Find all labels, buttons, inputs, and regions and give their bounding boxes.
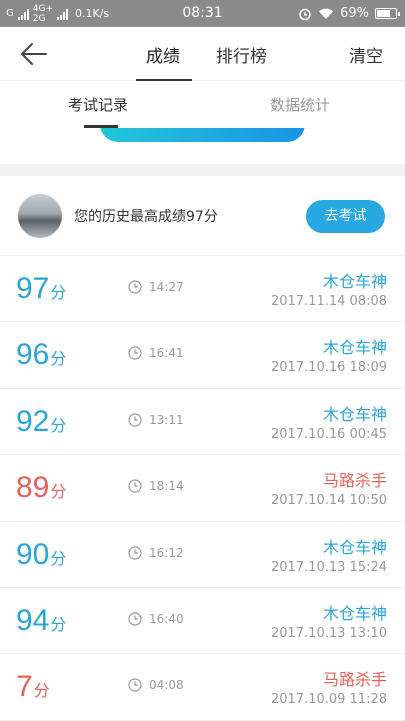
section-divider — [0, 164, 405, 176]
clock-icon — [128, 678, 142, 692]
alarm-icon — [299, 8, 311, 20]
status-bar: G 4G+ 2G 0.1K/s 08:31 69% — [0, 0, 405, 27]
banner-area — [0, 128, 405, 164]
score-value: 94分 — [16, 603, 67, 637]
exam-date: 2017.10.16 00:45 — [270, 426, 387, 442]
duration: 04:08 — [128, 678, 184, 692]
score-unit: 分 — [50, 616, 67, 634]
rank-title: 木仓车神 — [322, 603, 387, 623]
duration-text: 13:11 — [149, 412, 184, 427]
score-value: 7分 — [16, 670, 50, 704]
exam-date: 2017.10.13 13:10 — [270, 625, 387, 641]
battery-icon — [375, 8, 400, 19]
exam-date: 2017.10.16 18:09 — [270, 360, 387, 376]
duration: 18:14 — [128, 479, 184, 493]
clock-icon — [128, 280, 142, 294]
exam-date: 2017.10.09 11:28 — [270, 692, 387, 708]
exam-date: 2017.11.14 08:08 — [270, 294, 387, 309]
rank-title: 木仓车神 — [322, 404, 387, 424]
score-unit: 分 — [50, 285, 67, 302]
score-unit: 分 — [33, 683, 50, 701]
exam-record-list: 97分 14:27 木仓车神 2017.11.14 08:08 96分 16:41 木仓车神… — [0, 256, 405, 721]
avatar[interactable] — [18, 194, 62, 238]
rank-title: 木仓车神 — [322, 272, 387, 291]
wifi-icon — [319, 8, 334, 19]
duration-text: 04:08 — [149, 678, 184, 693]
back-arrow-icon[interactable] — [20, 41, 48, 67]
battery-percent: 69% — [340, 6, 369, 21]
tab-leaderboard[interactable]: 排行榜 — [216, 42, 267, 67]
top-nav: 成绩 排行榜 清空 — [0, 27, 405, 81]
exam-date: 2017.10.14 10:50 — [270, 493, 387, 509]
best-score-text: 您的历史最高成绩97分 — [74, 209, 218, 225]
rank-title: 木仓车神 — [322, 537, 387, 557]
tab-exam-records[interactable]: 考试记录 — [68, 94, 128, 115]
score-unit: 分 — [50, 351, 67, 369]
list-item[interactable]: 89分 18:14 马路杀手 2017.10.14 10:50 — [0, 455, 405, 522]
exam-date: 2017.10.13 15:24 — [270, 559, 387, 575]
clock-icon — [128, 413, 142, 427]
rank-title: 马路杀手 — [322, 471, 387, 491]
clock-icon — [128, 479, 142, 493]
go-exam-button[interactable]: 去考试 — [306, 200, 385, 233]
score-unit: 分 — [50, 484, 67, 502]
list-item[interactable]: 94分 16:40 木仓车神 2017.10.13 13:10 — [0, 587, 405, 655]
score-unit: 分 — [50, 417, 67, 435]
rank-title: 木仓车神 — [322, 338, 387, 358]
duration: 14:27 — [128, 280, 184, 294]
banner-button[interactable] — [100, 128, 305, 142]
active-tab-indicator — [136, 79, 192, 81]
duration-text: 18:14 — [149, 479, 184, 494]
best-score-card: 您的历史最高成绩97分 去考试 — [0, 176, 405, 256]
clock-icon — [128, 612, 142, 626]
list-item[interactable]: 97分 14:27 木仓车神 2017.11.14 08:08 — [0, 256, 405, 323]
list-item[interactable]: 96分 16:41 木仓车神 2017.10.16 18:09 — [0, 322, 405, 389]
clock-icon — [128, 545, 142, 560]
score-value: 96分 — [16, 338, 67, 372]
list-item[interactable]: 7分 04:08 马路杀手 2017.10.09 11:28 — [0, 654, 405, 721]
duration-text: 16:40 — [149, 611, 184, 626]
score-unit: 分 — [50, 550, 67, 568]
sub-tabs: 考试记录 数据统计 — [0, 82, 405, 128]
rank-title: 马路杀手 — [322, 670, 387, 690]
score-value: 97分 — [16, 272, 67, 305]
score-value: 90分 — [16, 537, 67, 571]
duration: 13:11 — [128, 413, 184, 427]
duration-text: 16:41 — [149, 346, 184, 361]
score-value: 89分 — [16, 471, 67, 505]
duration: 16:41 — [128, 346, 184, 360]
clear-button[interactable]: 清空 — [349, 42, 383, 67]
duration-text: 16:12 — [149, 545, 184, 560]
list-item[interactable]: 90分 16:12 木仓车神 2017.10.13 15:24 — [0, 521, 405, 588]
duration: 16:12 — [128, 546, 184, 560]
score-value: 92分 — [16, 404, 67, 438]
list-item[interactable]: 92分 13:11 木仓车神 2017.10.16 00:45 — [0, 388, 405, 456]
tab-scores[interactable]: 成绩 — [146, 42, 180, 67]
clock-icon — [128, 346, 142, 360]
tab-data-statistics[interactable]: 数据统计 — [270, 94, 330, 115]
duration: 16:40 — [128, 612, 184, 626]
duration-text: 14:27 — [149, 280, 184, 294]
